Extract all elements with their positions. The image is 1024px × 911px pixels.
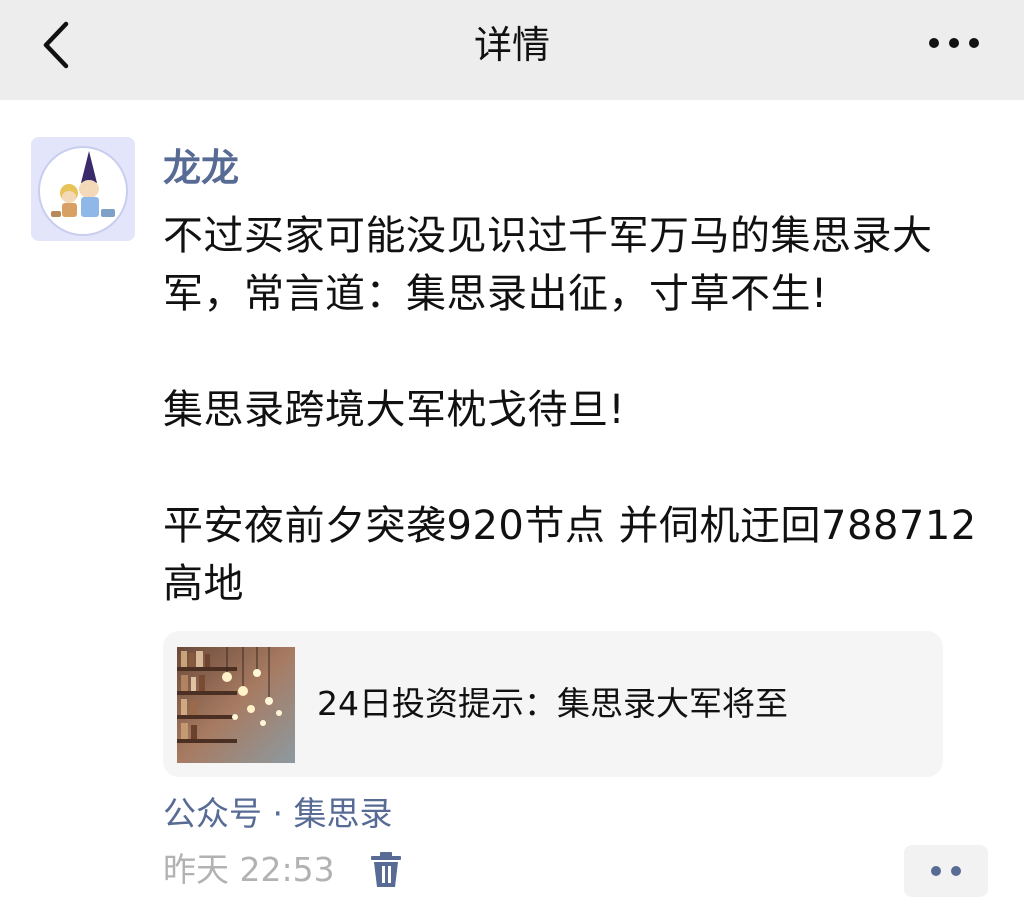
author-name[interactable]: 龙龙 <box>163 140 239 196</box>
article-title: 24日投资提示：集思录大军将至 <box>317 684 788 723</box>
delete-button[interactable] <box>366 850 406 890</box>
post-timestamp: 昨天 22:53 <box>163 850 335 889</box>
trash-icon <box>371 852 401 887</box>
comment-like-menu-button[interactable] <box>904 845 988 897</box>
page-title: 详情 <box>473 23 550 67</box>
library-image <box>177 647 295 763</box>
article-thumbnail <box>177 647 295 763</box>
post-paragraph: 不过买家可能没见识过千军万马的集思录大军，常言道：集思录出征，寸草不生! <box>163 213 933 317</box>
post-body: 不过买家可能没见识过千军万马的集思录大军，常言道：集思录出征，寸草不生! 集思录… <box>163 207 1013 613</box>
two-dots-icon <box>931 866 961 876</box>
nav-bar: 详情 <box>0 0 1024 100</box>
post-paragraph: 平安夜前夕突袭920节点 并伺机迂回788712高地 <box>163 503 977 607</box>
post-source-link[interactable]: 公众号 · 集思录 <box>163 790 392 838</box>
shared-article-card[interactable]: 24日投资提示：集思录大军将至 <box>163 631 943 777</box>
more-button[interactable] <box>924 24 984 64</box>
more-dots-icon <box>929 38 979 48</box>
avatar[interactable] <box>31 137 135 241</box>
post-paragraph: 集思录跨境大军枕戈待旦! <box>163 387 626 433</box>
avatar-image <box>31 137 135 241</box>
